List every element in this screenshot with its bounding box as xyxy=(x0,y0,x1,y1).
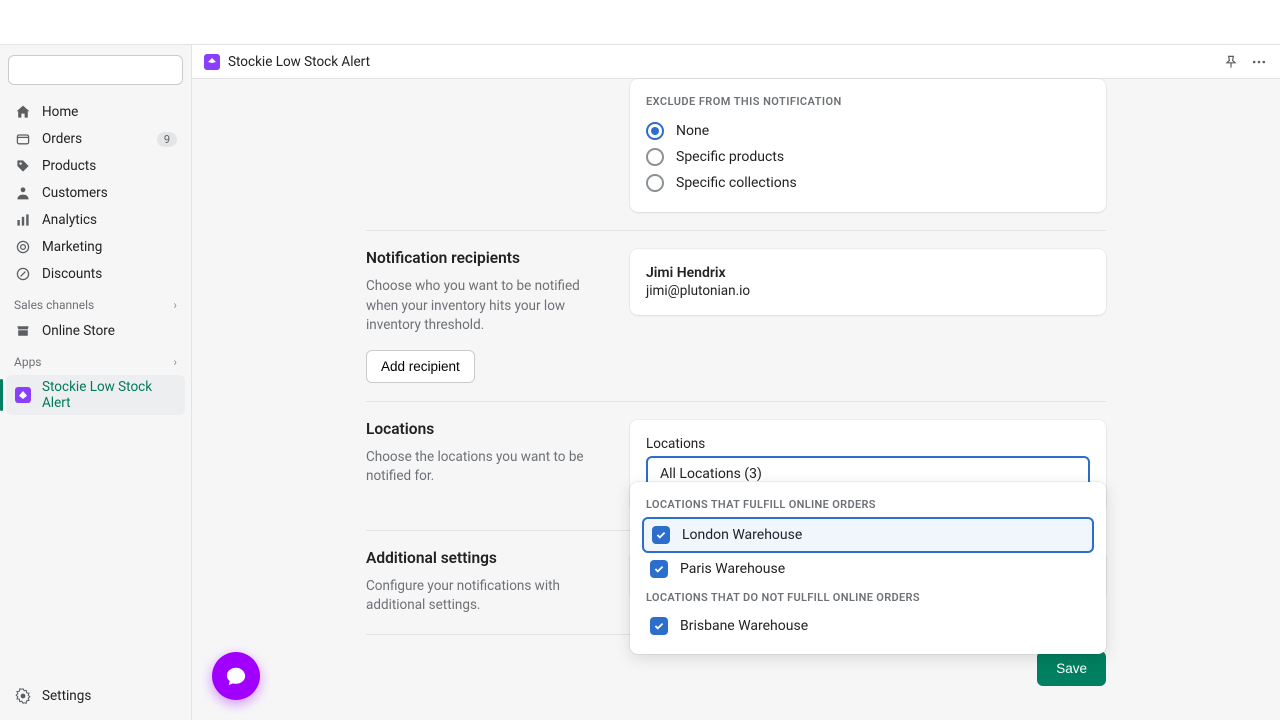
person-icon xyxy=(14,184,32,202)
chevron-right-icon: › xyxy=(173,298,177,312)
nav-products[interactable]: Products xyxy=(6,153,185,179)
store-icon xyxy=(14,322,32,340)
radio-icon xyxy=(646,174,664,192)
home-icon xyxy=(14,103,32,121)
nav-marketing[interactable]: Marketing xyxy=(6,234,185,260)
nav-label: Settings xyxy=(42,688,177,704)
nav-label: Analytics xyxy=(42,212,177,228)
additional-desc: Configure your notifications with additi… xyxy=(366,577,606,616)
option-label: None xyxy=(676,123,709,139)
recipients-desc: Choose who you want to be notified when … xyxy=(366,277,606,336)
app-logo-icon xyxy=(204,54,220,70)
nav-orders[interactable]: Orders 9 xyxy=(6,126,185,152)
location-option-paris[interactable]: Paris Warehouse xyxy=(642,553,1094,585)
checkbox-checked-icon xyxy=(650,617,668,635)
locations-title: Locations xyxy=(366,420,606,438)
add-recipient-button[interactable]: Add recipient xyxy=(366,350,475,383)
checkbox-checked-icon xyxy=(652,526,670,544)
nav-analytics[interactable]: Analytics xyxy=(6,207,185,233)
recipients-title: Notification recipients xyxy=(366,249,606,267)
orders-badge: 9 xyxy=(157,132,177,147)
locations-desc: Choose the locations you want to be noti… xyxy=(366,448,606,487)
header-text: Apps xyxy=(14,355,42,369)
option-label: London Warehouse xyxy=(682,527,802,543)
target-icon xyxy=(14,238,32,256)
search-input[interactable] xyxy=(8,55,183,85)
tag-icon xyxy=(14,157,32,175)
location-option-brisbane[interactable]: Brisbane Warehouse xyxy=(642,610,1094,642)
nav-discounts[interactable]: Discounts xyxy=(6,261,185,287)
exclude-option-none[interactable]: None xyxy=(646,118,1090,144)
nav-customers[interactable]: Customers xyxy=(6,180,185,206)
location-option-london[interactable]: London Warehouse xyxy=(642,517,1094,553)
gear-icon xyxy=(14,687,32,705)
nav-label: Discounts xyxy=(42,266,177,282)
option-label: Paris Warehouse xyxy=(680,561,785,577)
radio-icon xyxy=(646,148,664,166)
nav-home[interactable]: Home xyxy=(6,99,185,125)
nav-online-store[interactable]: Online Store xyxy=(6,318,185,344)
nav-label: Home xyxy=(42,104,177,120)
nav-label: Products xyxy=(42,158,177,174)
dropdown-group-header: LOCATIONS THAT DO NOT FULFILL ONLINE ORD… xyxy=(642,585,1094,610)
browser-topbar xyxy=(0,0,1280,45)
exclude-card: EXCLUDE FROM THIS NOTIFICATION None Spec… xyxy=(630,79,1106,212)
locations-card: Locations All Locations (3) LOCATIONS TH… xyxy=(630,420,1106,512)
analytics-icon xyxy=(14,211,32,229)
sales-channels-header[interactable]: Sales channels › xyxy=(6,288,185,318)
nav-label: Online Store xyxy=(42,323,177,339)
option-label: Specific collections xyxy=(676,175,797,191)
app-title: Stockie Low Stock Alert xyxy=(228,54,370,70)
main-area: Stockie Low Stock Alert EXCLUDE FROM THI… xyxy=(192,45,1280,720)
dropdown-group-header: LOCATIONS THAT FULFILL ONLINE ORDERS xyxy=(642,492,1094,517)
checkbox-checked-icon xyxy=(650,560,668,578)
chevron-right-icon: › xyxy=(173,355,177,369)
sidebar: Home Orders 9 Products Customers Analyti… xyxy=(0,45,192,720)
pin-icon[interactable] xyxy=(1222,53,1240,71)
exclude-option-collections[interactable]: Specific collections xyxy=(646,170,1090,196)
radio-icon xyxy=(646,122,664,140)
header-text: Sales channels xyxy=(14,298,94,312)
nav-label: Marketing xyxy=(42,239,177,255)
locations-dropdown: LOCATIONS THAT FULFILL ONLINE ORDERS Lon… xyxy=(630,482,1106,654)
locations-field-label: Locations xyxy=(646,436,1090,452)
nav-label: Stockie Low Stock Alert xyxy=(42,379,177,411)
recipient-card: Jimi Hendrix jimi@plutonian.io xyxy=(630,249,1106,315)
nav-settings[interactable]: Settings xyxy=(6,683,185,709)
button-label: Save xyxy=(1056,661,1087,676)
discount-icon xyxy=(14,265,32,283)
exclude-option-products[interactable]: Specific products xyxy=(646,144,1090,170)
option-label: Brisbane Warehouse xyxy=(680,618,808,634)
recipient-name: Jimi Hendrix xyxy=(646,265,1090,281)
app-header: Stockie Low Stock Alert xyxy=(192,45,1280,79)
orders-icon xyxy=(14,130,32,148)
option-label: Specific products xyxy=(676,149,784,165)
nav-label: Customers xyxy=(42,185,177,201)
select-value: All Locations (3) xyxy=(660,466,762,482)
nav-label: Orders xyxy=(42,131,157,147)
save-button[interactable]: Save xyxy=(1037,651,1106,686)
app-icon xyxy=(14,386,32,404)
chat-fab[interactable] xyxy=(212,652,260,700)
more-icon[interactable] xyxy=(1250,53,1268,71)
additional-title: Additional settings xyxy=(366,549,606,567)
recipient-email: jimi@plutonian.io xyxy=(646,283,1090,299)
apps-header[interactable]: Apps › xyxy=(6,345,185,375)
nav-app-stockie[interactable]: Stockie Low Stock Alert xyxy=(6,375,185,415)
button-label: Add recipient xyxy=(381,359,460,374)
exclude-heading: EXCLUDE FROM THIS NOTIFICATION xyxy=(646,95,1090,108)
